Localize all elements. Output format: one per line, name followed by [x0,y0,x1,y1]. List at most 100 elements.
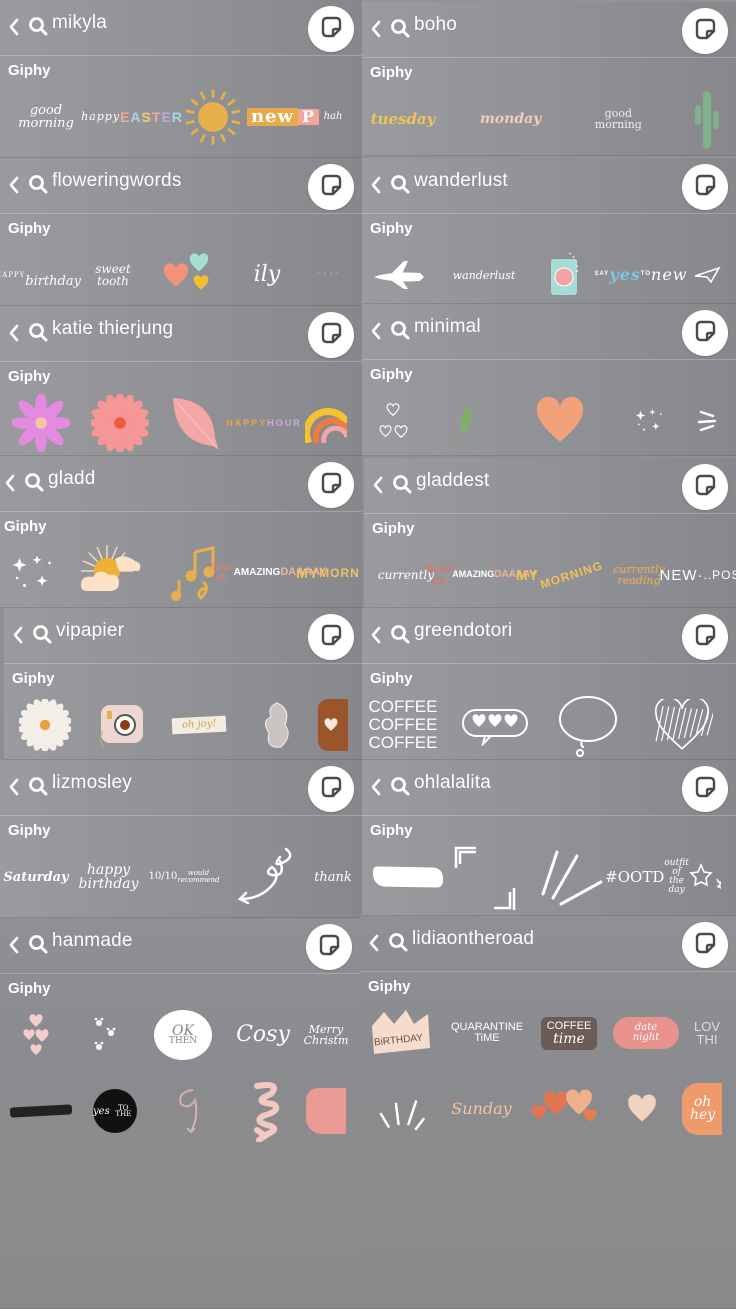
sticker-item[interactable] [154,1076,228,1146]
search-query[interactable]: hanmade [52,930,133,952]
sticker-item[interactable]: COFFEE time [538,998,600,1068]
sticker-item[interactable] [368,386,418,455]
sticker-item[interactable] [156,240,226,305]
sticker-item[interactable]: BiRTHDAY [366,998,436,1068]
sticker-item[interactable]: Merry Christm [304,1000,349,1070]
sticker-button[interactable] [682,310,728,356]
sticker-item[interactable]: yes TO THE [80,1076,150,1146]
sticker-item[interactable] [67,538,153,607]
sticker-item[interactable] [619,386,679,455]
sticker-item[interactable]: have an AMAZING DAAAAY [426,540,536,607]
sticker-item[interactable]: #OOTD outfit of the day [605,842,689,912]
chevron-left-icon[interactable] [368,934,382,952]
sticker-item[interactable]: hah [318,82,348,152]
sticker-button[interactable] [308,766,354,812]
chevron-left-icon[interactable] [372,476,386,494]
sticker-item[interactable] [318,690,348,759]
sticker-item[interactable] [178,82,248,152]
sticker-button[interactable] [682,766,728,812]
sticker-item[interactable]: LOV THI [692,998,722,1068]
sticker-item[interactable]: oh joy! [163,690,235,759]
sticker-item[interactable]: sweet tooth [83,240,143,305]
sticker-item[interactable] [366,1074,436,1144]
sticker-item[interactable]: ily [239,240,295,305]
sticker-item[interactable]: MY MORN [296,538,359,607]
sticker-item[interactable]: Sunday [447,1074,517,1144]
sticker-item[interactable] [228,842,308,912]
sticker-item[interactable] [553,690,623,759]
sticker-item[interactable] [692,240,722,303]
sticker-item[interactable] [515,386,605,455]
chevron-left-icon[interactable] [12,626,26,644]
sticker-item[interactable]: date night [613,998,679,1068]
sticker-item[interactable]: 10/10 would recommend [149,842,220,912]
sticker-item[interactable] [2,538,62,607]
search-query[interactable]: katie thierjung [52,318,173,340]
chevron-left-icon[interactable] [370,626,384,644]
sticker-button[interactable] [682,8,728,54]
sticker-item[interactable]: tuesday [368,84,438,154]
chevron-left-icon[interactable] [370,20,384,38]
sticker-item[interactable]: have an AMAZING DAAAAY [210,538,327,607]
sticker-item[interactable]: monday [477,84,545,154]
chevron-left-icon[interactable] [8,176,22,194]
sticker-item[interactable] [92,690,152,759]
sticker-item[interactable] [164,388,224,455]
search-query[interactable]: lidiaontheroad [412,928,534,950]
sticker-item[interactable]: new P [246,82,320,152]
sticker-item[interactable] [454,842,530,912]
sticker-item[interactable] [71,1000,141,1070]
sticker-button[interactable] [306,924,352,970]
sticker-item[interactable]: · · · · [308,240,348,305]
sticker-item[interactable]: oh hey [682,1074,722,1144]
sticker-button[interactable] [682,464,728,510]
sticker-item[interactable]: Cosy [225,1000,301,1070]
sticker-item[interactable] [10,690,80,759]
sticker-item[interactable] [306,1076,346,1146]
sticker-item[interactable]: QUARANTINE TiME [449,998,525,1068]
sticker-item[interactable] [232,1076,302,1146]
chevron-left-icon[interactable] [370,778,384,796]
sticker-item[interactable] [642,690,722,759]
chevron-left-icon[interactable] [4,474,18,492]
sticker-item[interactable] [6,1076,76,1146]
sticker-item[interactable]: SAY yes TO new [595,240,687,303]
sticker-button[interactable] [682,614,728,660]
sticker-item[interactable]: NEW·..POS [660,540,736,607]
sticker-item[interactable]: MY MORNING [516,540,605,607]
sticker-button[interactable] [308,164,354,210]
sticker-item[interactable] [6,388,76,455]
sticker-item[interactable] [6,1000,66,1070]
sticker-item[interactable] [85,388,155,455]
sticker-item[interactable] [536,842,608,912]
sticker-item[interactable]: happy E A S T E R [81,82,182,152]
sticker-item[interactable] [457,690,533,759]
search-query[interactable]: wanderlust [414,170,508,192]
sticker-button[interactable] [682,164,728,210]
sticker-item[interactable] [686,842,722,912]
sticker-item[interactable] [692,84,722,154]
search-query[interactable]: vipapier [56,620,124,642]
chevron-left-icon[interactable] [8,324,22,342]
chevron-left-icon[interactable] [8,18,22,36]
chevron-left-icon[interactable] [8,778,22,796]
chevron-left-icon[interactable] [370,322,384,340]
sticker-button[interactable] [308,462,354,508]
search-query[interactable]: gladdest [416,470,489,492]
sticker-item[interactable] [368,240,428,303]
sticker-item[interactable]: HAPPYbirthday [0,240,81,305]
sticker-button[interactable] [308,6,354,52]
sticker-item[interactable] [432,386,502,455]
sticker-item[interactable] [540,240,590,303]
sticker-item[interactable] [247,690,307,759]
sticker-item[interactable]: COFFEE COFFEE COFFEE [368,690,438,759]
sticker-item[interactable]: thank [314,842,352,912]
search-query[interactable]: lizmosley [52,772,132,794]
search-query[interactable]: ohlalalita [414,772,491,794]
sticker-item[interactable]: HAPPY HOUR [226,388,300,455]
sticker-item[interactable]: wanderlust [449,240,519,303]
search-query[interactable]: mikyla [52,12,107,34]
chevron-left-icon[interactable] [370,176,384,194]
search-query[interactable]: minimal [414,316,481,338]
chevron-left-icon[interactable] [8,936,22,954]
